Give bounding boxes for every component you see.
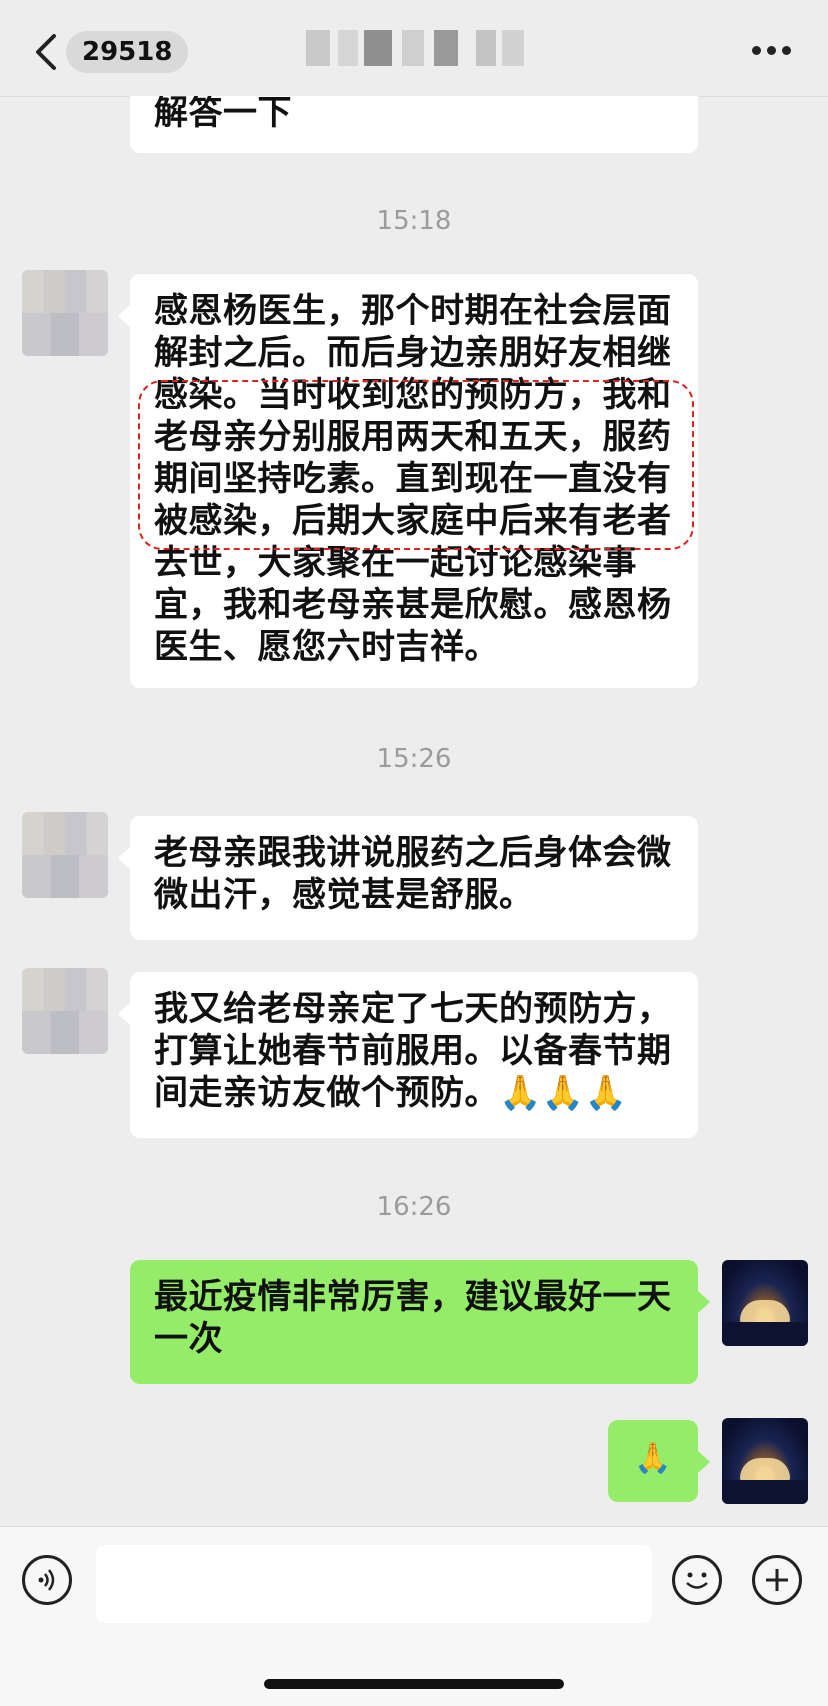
message-line: 老母亲跟我讲说服药之后身体会微: [154, 833, 672, 873]
message-line: 间走亲访友做个预防。🙏🙏🙏: [154, 1073, 628, 1113]
highlight-dashed-outline: [138, 380, 694, 550]
blurred-chat-title: [306, 30, 536, 66]
message-line: 我又给老母亲定了七天的预防方，: [154, 989, 672, 1029]
chat-messages[interactable]: 解答一下 15:18 感恩杨医生，那个时期在社会层面 解封之后。而后身边亲朋好友…: [0, 96, 828, 1526]
timestamp: 16:26: [376, 1192, 452, 1222]
message-line: 一次: [154, 1319, 223, 1359]
back-arrow-icon[interactable]: [30, 30, 64, 74]
input-bar: [0, 1526, 828, 1706]
message-bubble-partial[interactable]: 解答一下: [130, 96, 698, 153]
more-options-icon[interactable]: [752, 46, 792, 56]
message-bubble[interactable]: 老母亲跟我讲说服药之后身体会微 微出汗，感觉甚是舒服。: [118, 816, 698, 940]
message-line: 打算让她春节前服用。以备春节期: [154, 1031, 672, 1071]
message-line: 医生、愿您六时吉祥。: [154, 627, 499, 667]
sent-message-bubble[interactable]: 最近疫情非常厉害，建议最好一天 一次: [130, 1260, 710, 1384]
unread-count-badge[interactable]: 29518: [66, 31, 189, 73]
message-line: 感恩杨医生，那个时期在社会层面: [154, 291, 672, 331]
my-avatar[interactable]: [722, 1418, 808, 1504]
message-line: 宜，我和老母亲甚是欣慰。感恩杨: [154, 585, 672, 625]
sent-emoji-bubble[interactable]: 🙏: [608, 1420, 710, 1502]
chat-header: 29518: [0, 0, 828, 97]
contact-avatar[interactable]: [22, 270, 108, 356]
message-line: 解封之后。而后身边亲朋好友相继: [154, 333, 672, 373]
timestamp: 15:26: [376, 744, 452, 774]
my-avatar[interactable]: [722, 1260, 808, 1346]
timestamp: 15:18: [376, 206, 452, 236]
message-bubble[interactable]: 我又给老母亲定了七天的预防方， 打算让她春节前服用。以备春节期 间走亲访友做个预…: [118, 972, 698, 1138]
message-line: 微出汗，感觉甚是舒服。: [154, 875, 534, 915]
pray-emoji: 🙏: [634, 1441, 672, 1476]
voice-input-icon[interactable]: [22, 1555, 72, 1605]
contact-avatar[interactable]: [22, 812, 108, 898]
message-text: 解答一下: [154, 96, 292, 133]
contact-avatar[interactable]: [22, 968, 108, 1054]
add-attachment-icon[interactable]: [752, 1555, 802, 1605]
emoji-icon[interactable]: [672, 1555, 722, 1605]
message-input[interactable]: [96, 1545, 652, 1623]
message-line: 最近疫情非常厉害，建议最好一天: [154, 1277, 672, 1317]
home-indicator: [264, 1679, 564, 1689]
